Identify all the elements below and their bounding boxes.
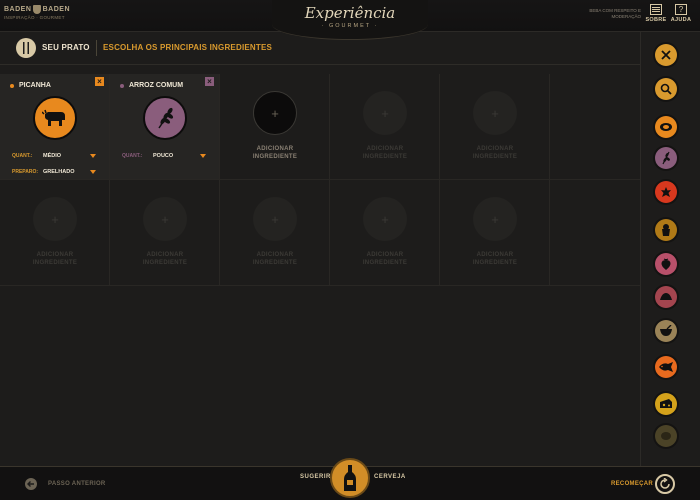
close-icon[interactable]	[655, 44, 677, 66]
add-ingredient-label: ADICIONAR INGREDIENTE	[472, 252, 518, 266]
add-ingredient-slot[interactable]: + ADICIONAR INGREDIENTE	[440, 180, 550, 286]
wheat-icon	[143, 96, 187, 140]
remove-ingredient-button[interactable]: ×	[95, 77, 104, 86]
cheese-category-icon[interactable]	[655, 393, 677, 415]
ingredient-dot	[120, 84, 124, 88]
search-icon[interactable]	[655, 78, 677, 100]
menu-icon	[650, 4, 662, 15]
plus-icon: +	[363, 91, 407, 135]
about-label: SOBRE	[645, 17, 667, 23]
category-sidebar	[640, 32, 700, 466]
restart-label[interactable]: RECOMEÇAR	[611, 481, 653, 487]
suggest-beer-button[interactable]	[330, 458, 370, 498]
prep-label: PREPARO:	[12, 169, 39, 175]
help-icon: ?	[675, 4, 687, 15]
add-ingredient-slot[interactable]: + ADICIONAR INGREDIENTE	[330, 74, 440, 180]
about-button[interactable]: SOBRE	[643, 4, 669, 23]
chevron-down-icon[interactable]	[90, 154, 96, 158]
brand-logo: BADEN BADEN INSPIRAÇÃO · GOURMET	[4, 5, 70, 20]
desserts-category-icon[interactable]	[655, 219, 677, 241]
fruits-category-icon[interactable]	[655, 253, 677, 275]
app-logo-subtitle: · GOURMET ·	[321, 23, 379, 29]
plus-icon: +	[253, 91, 297, 135]
remove-ingredient-button[interactable]: ×	[205, 77, 214, 86]
plus-icon: +	[33, 197, 77, 241]
brand-name-right: BADEN	[42, 6, 70, 13]
breads-category-icon[interactable]	[655, 286, 677, 308]
add-ingredient-label: ADICIONAR INGREDIENTE	[32, 252, 78, 266]
ingredient-name: PICANHA	[19, 82, 51, 89]
restart-icon[interactable]	[655, 474, 675, 494]
brand-name-left: BADEN	[4, 6, 32, 13]
add-ingredient-slot[interactable]: + ADICIONAR INGREDIENTE	[440, 74, 550, 180]
fish-category-icon[interactable]	[655, 356, 677, 378]
section-label: SEU PRATO	[42, 43, 90, 52]
cow-icon	[33, 96, 77, 140]
empty-cell	[550, 180, 640, 286]
prep-value[interactable]: GRELHADO	[43, 169, 74, 175]
beer-bottle-icon	[344, 465, 356, 491]
chevron-down-icon[interactable]	[200, 154, 206, 158]
ingredient-card-picanha: PICANHA × QUANT.: MÉDIO PREPARO: GRELHAD…	[0, 74, 110, 180]
header-divider	[96, 40, 97, 56]
app-logo-title: Experiência	[304, 4, 396, 22]
quantity-label: QUANT.:	[122, 153, 143, 159]
plus-icon: +	[363, 197, 407, 241]
add-ingredient-label: ADICIONAR INGREDIENTE	[362, 146, 408, 160]
sauces-category-icon[interactable]	[655, 320, 677, 342]
meat-category-icon[interactable]	[655, 116, 677, 138]
add-ingredient-slot[interactable]: + ADICIONAR INGREDIENTE	[220, 180, 330, 286]
plus-icon: +	[253, 197, 297, 241]
cutlery-icon	[16, 38, 36, 58]
ingredient-dot	[10, 84, 14, 88]
add-ingredient-label: ADICIONAR INGREDIENTE	[252, 146, 298, 160]
chevron-down-icon[interactable]	[90, 170, 96, 174]
plus-icon: +	[143, 197, 187, 241]
add-ingredient-slot[interactable]: + ADICIONAR INGREDIENTE	[0, 180, 110, 286]
ingredient-name: ARROZ COMUM	[129, 82, 184, 89]
quantity-label: QUANT.:	[12, 153, 33, 159]
add-ingredient-label: ADICIONAR INGREDIENTE	[252, 252, 298, 266]
add-ingredient-label: ADICIONAR INGREDIENTE	[472, 146, 518, 160]
shield-icon	[33, 5, 41, 14]
add-ingredient-label: ADICIONAR INGREDIENTE	[142, 252, 188, 266]
quantity-value[interactable]: POUCO	[153, 153, 173, 159]
add-ingredient-label: ADICIONAR INGREDIENTE	[362, 252, 408, 266]
help-button[interactable]: ? AJUDA	[668, 4, 694, 23]
page-title: ESCOLHA OS PRINCIPAIS INGREDIENTES	[103, 43, 273, 52]
grains-category-icon[interactable]	[655, 147, 677, 169]
beer-label: CERVEJA	[374, 474, 406, 480]
suggest-label: SUGERIR	[300, 474, 331, 480]
add-ingredient-slot[interactable]: + ADICIONAR INGREDIENTE	[220, 74, 330, 180]
app-logo: Experiência · GOURMET ·	[272, 0, 428, 40]
empty-cell	[550, 74, 640, 180]
back-arrow-icon[interactable]	[25, 478, 37, 490]
help-label: AJUDA	[670, 17, 692, 23]
plus-icon: +	[473, 91, 517, 135]
brand-tagline: INSPIRAÇÃO · GOURMET	[4, 15, 65, 20]
header-divider-line	[0, 64, 640, 65]
previous-step-button[interactable]: PASSO ANTERIOR	[48, 481, 106, 487]
responsibility-notice: BEBA COM RESPEITO E MODERAÇÃO	[589, 8, 641, 19]
herbs-category-icon[interactable]	[655, 425, 677, 447]
vegetables-category-icon[interactable]	[655, 181, 677, 203]
add-ingredient-slot[interactable]: + ADICIONAR INGREDIENTE	[330, 180, 440, 286]
plus-icon: +	[473, 197, 517, 241]
quantity-value[interactable]: MÉDIO	[43, 153, 61, 159]
add-ingredient-slot[interactable]: + ADICIONAR INGREDIENTE	[110, 180, 220, 286]
ingredient-card-arroz: ARROZ COMUM × QUANT.: POUCO	[110, 74, 220, 180]
